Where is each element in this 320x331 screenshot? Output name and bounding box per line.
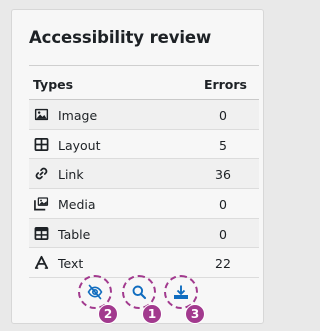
row-label: Link: [58, 167, 84, 183]
row-label: Image: [58, 108, 98, 123]
table-row[interactable]: Layout 5: [29, 130, 259, 160]
row-error-count: 5: [219, 137, 227, 153]
media-icon: [34, 196, 49, 211]
link-icon: [34, 166, 49, 181]
row-label: Layout: [58, 137, 101, 153]
table-row[interactable]: Table 0: [29, 218, 259, 249]
table-header-row: Types Errors: [29, 66, 259, 100]
annotation-badge: 1: [142, 304, 162, 324]
table-icon: [34, 226, 49, 241]
column-header-errors: Errors: [203, 77, 247, 92]
row-label: Media: [58, 197, 96, 213]
search-icon: [132, 285, 147, 300]
row-error-count: 0: [219, 226, 227, 242]
row-label: Table: [58, 226, 91, 242]
eye-slash-icon: [87, 284, 103, 300]
review-controls: 2 1 3: [0, 270, 320, 330]
panel-title: Accessibility review: [29, 28, 212, 47]
layout-table-icon: [34, 137, 49, 152]
table-row[interactable]: Media 0: [29, 189, 259, 219]
row-error-count: 0: [219, 108, 227, 123]
image-icon: [34, 107, 49, 122]
row-error-count: 0: [219, 197, 227, 213]
table-row[interactable]: Link 36: [29, 159, 259, 190]
text-icon: [34, 255, 49, 270]
annotation-badge: 3: [185, 304, 205, 324]
column-header-types: Types: [33, 77, 74, 92]
accessibility-table: Types Errors Image 0 Layout 5 Link 36 Me…: [29, 65, 259, 279]
table-row[interactable]: Image 0: [29, 100, 259, 130]
annotation-badge: 2: [98, 304, 118, 324]
row-error-count: 36: [215, 167, 231, 183]
download-icon: [174, 285, 188, 299]
